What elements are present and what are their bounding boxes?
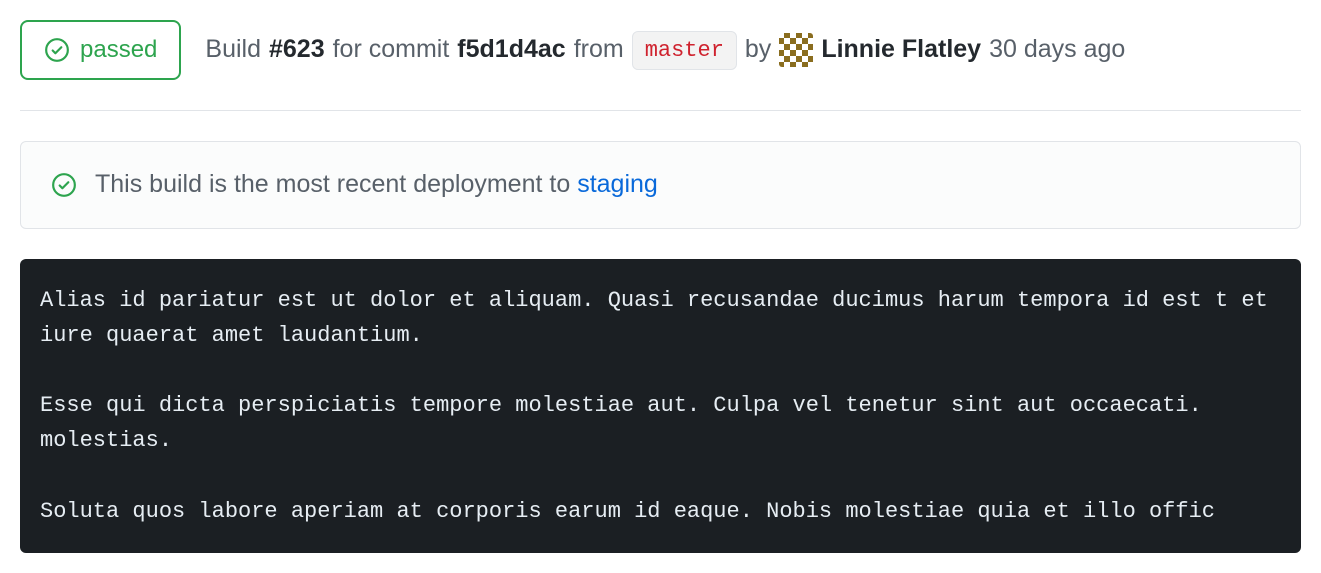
environment-link[interactable]: staging: [577, 170, 658, 198]
deployment-notice: This build is the most recent deployment…: [20, 141, 1301, 229]
notice-wrapper: This build is the most recent deployment…: [95, 166, 658, 204]
check-circle-icon: [51, 172, 77, 198]
build-info: Build #623 for commit f5d1d4ac from mast…: [205, 31, 1125, 70]
for-commit-text: for commit: [333, 31, 450, 69]
status-label: passed: [80, 32, 157, 68]
commit-sha[interactable]: f5d1d4ac: [457, 31, 565, 69]
notice-text: This build is the most recent deployment…: [95, 170, 570, 198]
build-prefix: Build: [205, 31, 261, 69]
by-text: by: [745, 31, 771, 69]
build-log[interactable]: Alias id pariatur est ut dolor et aliqua…: [20, 259, 1301, 553]
check-circle-icon: [44, 37, 70, 63]
avatar[interactable]: [779, 33, 813, 67]
status-badge: passed: [20, 20, 181, 80]
time-ago: 30 days ago: [989, 31, 1125, 69]
author-name[interactable]: Linnie Flatley: [821, 31, 981, 69]
build-number[interactable]: #623: [269, 31, 325, 69]
from-text: from: [574, 31, 624, 69]
build-header: passed Build #623 for commit f5d1d4ac fr…: [20, 20, 1301, 111]
branch-pill[interactable]: master: [632, 31, 737, 70]
